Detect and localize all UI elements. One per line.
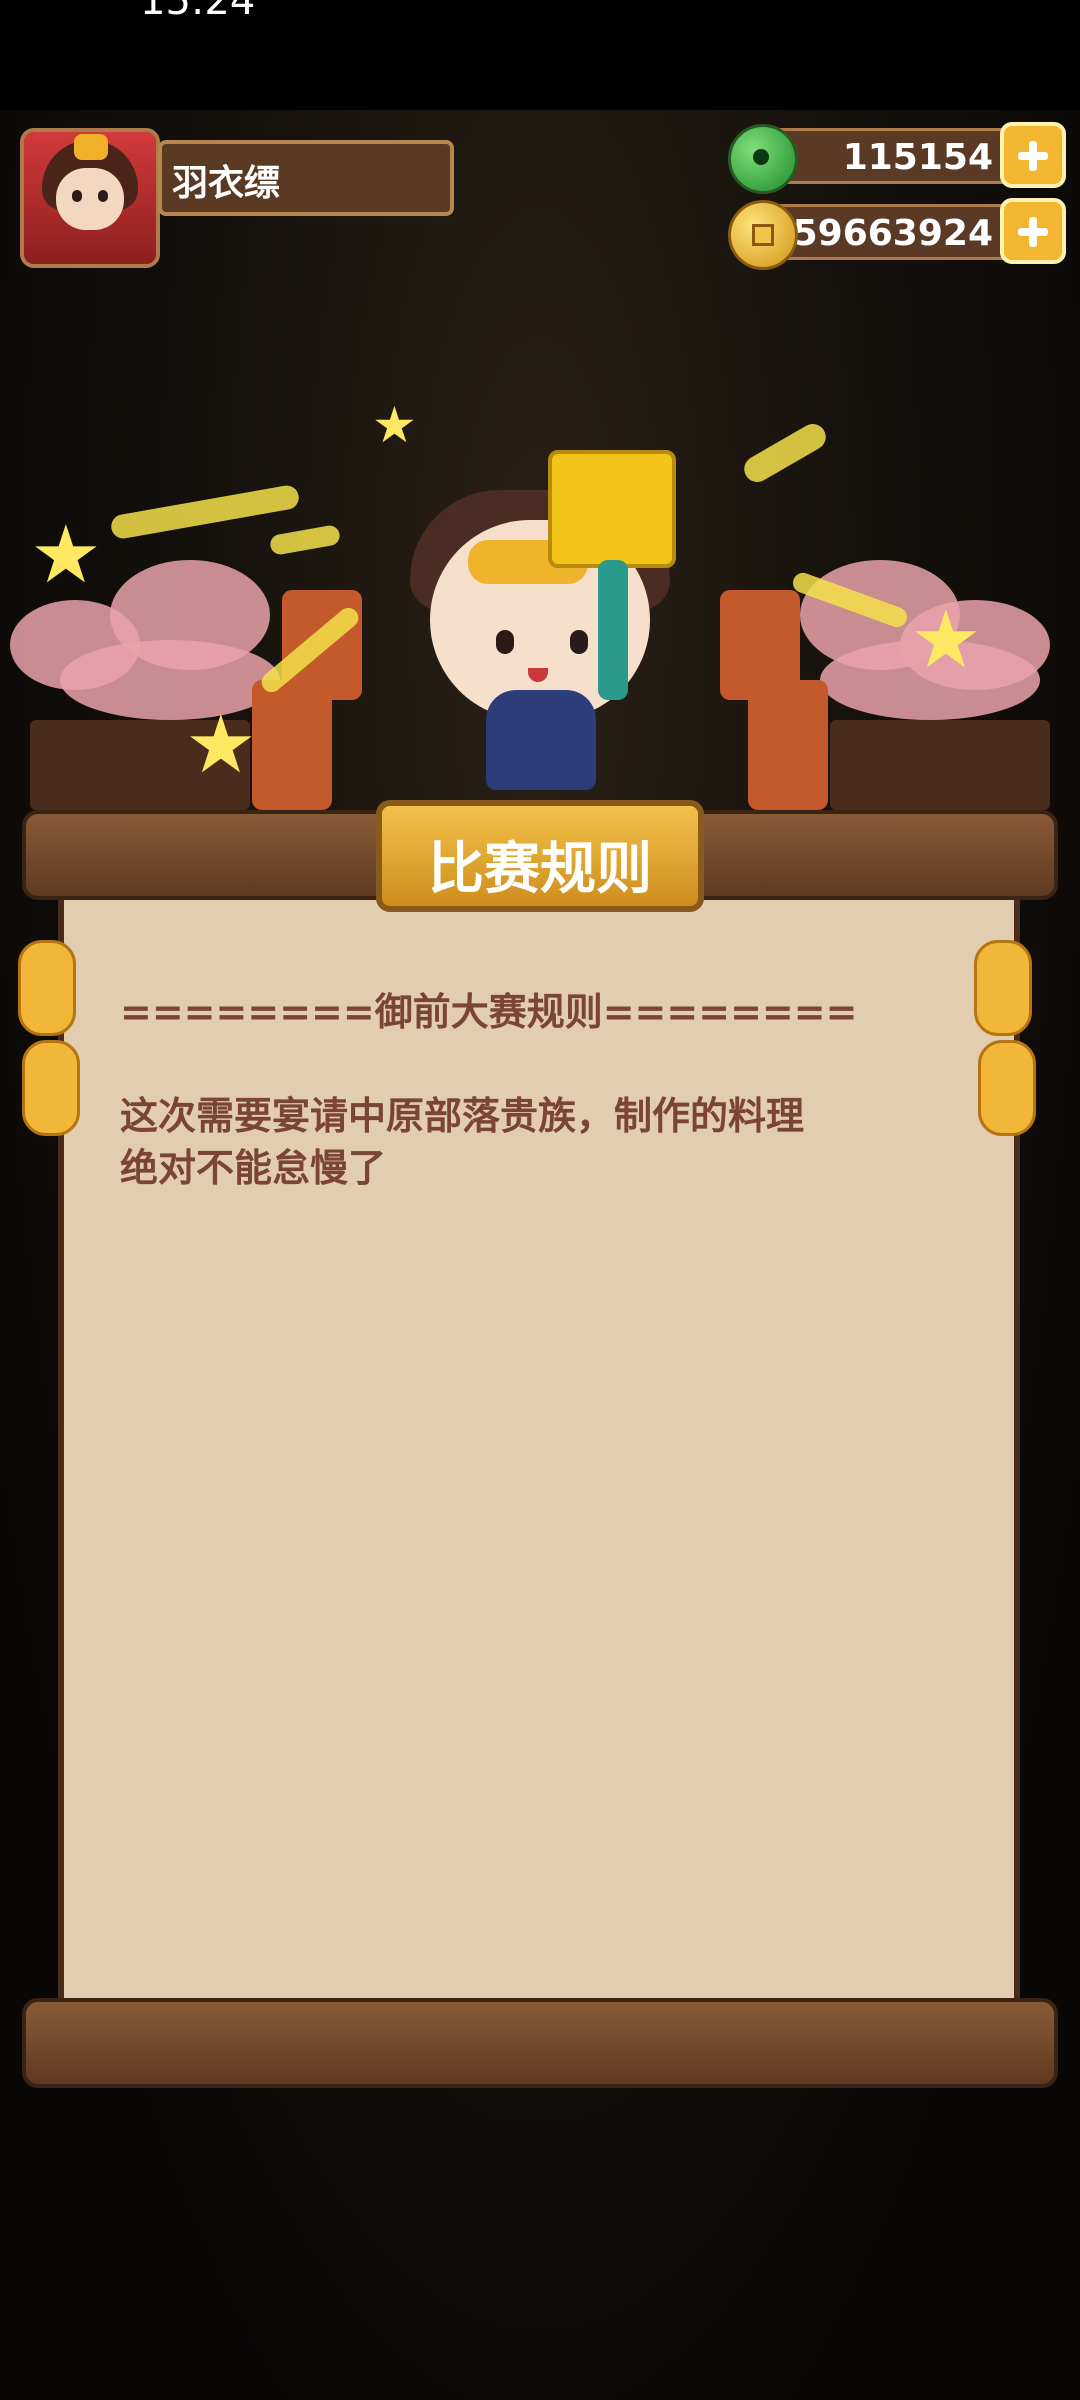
star-icon: ★ bbox=[30, 508, 102, 601]
star-icon: ★ bbox=[372, 396, 417, 454]
pillar-right-2 bbox=[720, 590, 800, 700]
player-name-plate: 羽衣缥 bbox=[158, 140, 454, 216]
rules-header: ========御前大赛规则======== bbox=[120, 990, 858, 1034]
jade-icon bbox=[728, 124, 798, 194]
corn-decoration-left bbox=[22, 1040, 80, 1136]
fence-right bbox=[830, 720, 1050, 810]
corn-decoration-right bbox=[974, 940, 1032, 1036]
corn-decoration-left bbox=[18, 940, 76, 1036]
add-jade-button[interactable] bbox=[1000, 122, 1066, 188]
star-icon: ★ bbox=[910, 593, 982, 686]
add-coin-button[interactable] bbox=[1000, 198, 1066, 264]
rules-text-line-2: 绝对不能怠慢了 bbox=[120, 1146, 387, 1190]
player-avatar[interactable] bbox=[20, 128, 160, 268]
coin-icon bbox=[728, 200, 798, 270]
character-eye bbox=[496, 630, 514, 654]
status-bar-area: 15:24 bbox=[0, 0, 1080, 110]
panel-title-tab: 比赛规则 bbox=[376, 800, 704, 912]
star-icon: ★ bbox=[185, 698, 257, 791]
rules-scroll-paper[interactable] bbox=[58, 896, 1020, 2002]
jade-balance: 115154 bbox=[842, 137, 993, 178]
character-eye bbox=[570, 630, 588, 654]
status-time: 15:24 bbox=[140, 0, 256, 24]
avatar-image bbox=[24, 132, 156, 264]
panel-title: 比赛规则 bbox=[428, 837, 652, 902]
golden-shovel bbox=[548, 450, 676, 568]
rules-text-line-1: 这次需要宴请中原部落贵族，制作的料理 bbox=[120, 1094, 805, 1138]
corn-decoration-right bbox=[978, 1040, 1036, 1136]
scroll-bottom-rod bbox=[22, 1998, 1058, 2088]
coin-balance: 59663924 bbox=[792, 213, 993, 254]
character-body bbox=[486, 690, 596, 790]
player-name: 羽衣缥 bbox=[172, 163, 281, 204]
shovel-handle bbox=[598, 560, 628, 700]
